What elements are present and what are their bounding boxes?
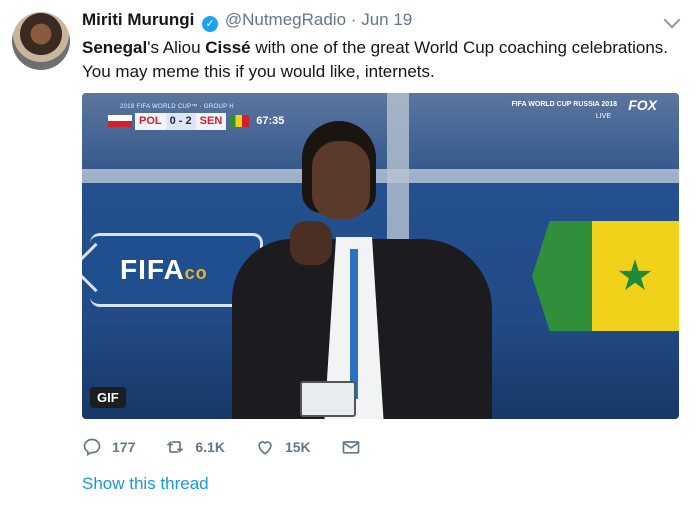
retweet-count: 6.1K bbox=[195, 439, 225, 455]
tweet: Miriti Murungi ✓ @NutmegRadio · Jun 19 S… bbox=[0, 0, 700, 513]
fifa-board-main: FIFA bbox=[120, 254, 185, 285]
separator: · bbox=[350, 10, 357, 29]
text-part: 's Aliou bbox=[147, 38, 206, 57]
fifa-board-text: FIFAco bbox=[120, 254, 208, 286]
direct-message-icon bbox=[341, 437, 361, 457]
team1-code: POL bbox=[135, 112, 166, 130]
reply-count: 177 bbox=[112, 439, 136, 455]
reply-icon bbox=[82, 437, 102, 457]
tweet-date[interactable]: Jun 19 bbox=[361, 10, 412, 29]
senegal-flag bbox=[532, 221, 679, 331]
broadcast-logo: FOX FIFA WORLD CUP RUSSIA 2018 LIVE bbox=[511, 97, 657, 121]
fifa-board-suffix: co bbox=[184, 263, 208, 283]
chevron-down-icon[interactable] bbox=[663, 11, 681, 29]
coach-head bbox=[312, 141, 370, 219]
coach-lanyard bbox=[350, 249, 358, 399]
poland-flag-icon bbox=[108, 115, 132, 127]
like-icon bbox=[255, 437, 275, 457]
gif-media[interactable]: FIFAco 2018 FIFA WORLD CUP™ · GROUP H PO… bbox=[82, 93, 679, 419]
tweet-text: Senegal's Aliou Cissé with one of the gr… bbox=[82, 36, 682, 84]
retweet-icon bbox=[165, 437, 185, 457]
like-button[interactable]: 15K bbox=[255, 437, 311, 457]
direct-message-button[interactable] bbox=[341, 437, 371, 457]
accreditation-badge bbox=[300, 381, 356, 417]
author-name[interactable]: Miriti Murungi bbox=[82, 10, 194, 29]
show-thread-link[interactable]: Show this thread bbox=[82, 474, 209, 494]
reply-button[interactable]: 177 bbox=[82, 437, 135, 457]
team2-code: SEN bbox=[195, 112, 227, 130]
verified-badge-icon: ✓ bbox=[202, 16, 219, 32]
tweet-actions: 177 6.1K 15K bbox=[82, 436, 401, 458]
avatar[interactable] bbox=[12, 12, 70, 70]
flag-green-band bbox=[532, 221, 592, 331]
match-time: 67:35 bbox=[256, 115, 285, 127]
tweet-header: Miriti Murungi ✓ @NutmegRadio · Jun 19 bbox=[82, 10, 412, 32]
event-logo: FIFA WORLD CUP RUSSIA 2018 bbox=[511, 101, 617, 108]
author-handle[interactable]: @NutmegRadio bbox=[225, 10, 346, 29]
coach-figure bbox=[232, 119, 492, 419]
like-count: 15K bbox=[284, 439, 311, 455]
retweet-button[interactable]: 6.1K bbox=[165, 437, 225, 457]
text-bold-senegal: Senegal bbox=[82, 38, 148, 57]
flag-yellow-band bbox=[592, 221, 679, 331]
coach-fist bbox=[290, 221, 332, 265]
text-bold-cisse: Cissé bbox=[205, 38, 251, 57]
network-logo: FOX bbox=[628, 97, 657, 113]
senegal-flag-icon bbox=[229, 115, 250, 127]
scorebug-row: POL 0 - 2 SEN 67:35 bbox=[108, 112, 288, 130]
scorebug: 2018 FIFA WORLD CUP™ · GROUP H POL 0 - 2… bbox=[108, 104, 288, 134]
chevron-icon bbox=[82, 242, 121, 293]
scorebug-title: 2018 FIFA WORLD CUP™ · GROUP H bbox=[120, 104, 234, 110]
score: 0 - 2 bbox=[165, 112, 196, 130]
gif-badge: GIF bbox=[90, 387, 126, 408]
live-label: LIVE bbox=[595, 113, 611, 120]
star-icon bbox=[618, 259, 652, 290]
